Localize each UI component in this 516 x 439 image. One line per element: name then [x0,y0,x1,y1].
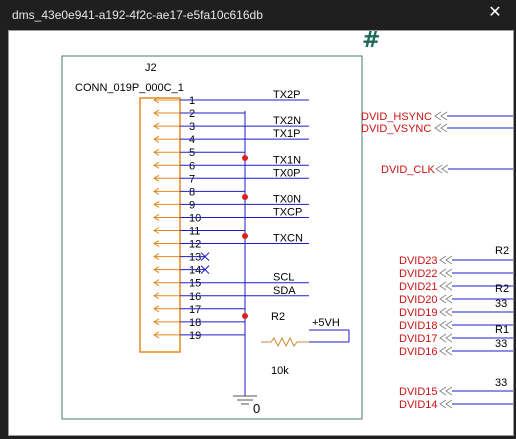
pin-number: 1 [189,95,195,107]
pin-number: 5 [189,147,195,159]
pin-number: 2 [189,108,195,120]
pin-number: 17 [189,304,201,316]
offpage-connector-icon [439,294,453,304]
close-icon[interactable]: ✕ [486,4,504,22]
title-bar: dms_43e0e941-a192-4f2c-ae17-e5fa10c616db… [0,0,516,30]
connector-part: CONN_019P_000C_1 [75,82,184,94]
offpage-connector-icon [439,333,453,343]
net-label[interactable]: TXCP [273,206,302,218]
offpage-connector-icon [439,386,453,396]
net-label[interactable]: SCL [273,272,294,284]
net-label[interactable]: TX1P [273,128,301,140]
schematic-canvas[interactable]: # J2 CONN_019P_000C_1 1 TX2P 2 3 TX2N 4 TX1P 5 6… [8,30,514,436]
pin-number: 11 [189,226,200,238]
resistor-value: 10k [271,365,289,377]
net-label[interactable]: DVID22 [399,268,438,280]
pin-number: 3 [189,121,195,133]
pin-number: 14 [189,265,201,277]
offpage-connector-icon [439,307,453,317]
offpage-connector-icon [439,255,453,265]
offpage-connector-icon [434,111,448,121]
schematic-drawing: # J2 CONN_019P_000C_1 1 TX2P 23 TX2N 4 TX1P 56… [61,31,513,420]
offpage-connector-icon [439,281,453,291]
window-title: dms_43e0e941-a192-4f2c-ae17-e5fa10c616db [12,8,263,22]
app-window: dms_43e0e941-a192-4f2c-ae17-e5fa10c616db… [0,0,516,439]
pin-number: 15 [189,278,201,290]
net-label[interactable]: DVID17 [399,333,438,345]
net-label[interactable]: DVID14 [399,399,438,411]
connector-body [139,97,181,353]
net-label[interactable]: DVID_CLK [381,164,435,176]
offpage-connector-icon [434,123,448,133]
fragment-label: 33 [495,377,507,389]
pin-number: 12 [189,239,201,251]
net-label[interactable]: SDA [273,285,296,297]
pin-number: 8 [189,186,195,198]
offpage-connector-icon [439,346,453,356]
pin-number: 4 [189,134,195,146]
pin-number: 19 [189,330,201,342]
resistor-symbol [261,336,309,348]
fragment-label: R2 [495,245,509,257]
fragment-label: 33 [495,298,507,310]
net-label[interactable]: DVID21 [399,281,438,293]
hash-mark: # [362,31,380,53]
pin-number: 7 [189,173,195,185]
net-label[interactable]: DVID18 [399,320,438,332]
net-label[interactable]: DVID19 [399,307,438,319]
connector-ref: J2 [145,62,157,74]
pin-number: 9 [189,199,195,211]
junction-dot [242,233,248,239]
net-label[interactable]: TX0N [273,193,301,205]
net-label[interactable]: DVID23 [399,255,438,267]
connector-frame [61,55,363,420]
rail-label: +5VH [312,317,340,329]
offpage-connector-icon [435,164,449,174]
pin-number: 18 [189,317,201,329]
offpage-connector-icon [439,399,453,409]
net-label[interactable]: TX2P [273,89,301,101]
resistor-ref: R2 [271,311,285,323]
offpage-connector-icon [439,320,453,330]
junction-dot [242,194,248,200]
pin-number: 16 [189,291,201,303]
net-label[interactable]: DVID20 [399,294,438,306]
fragment-label: R1 [495,324,509,336]
offpage-connector-icon [439,268,453,278]
pin-number: 10 [189,212,201,224]
net-label[interactable]: DVID15 [399,386,438,398]
fragment-label: 33 [495,338,507,350]
junction-dot [242,155,248,161]
net-label[interactable]: TX0P [273,167,301,179]
net-label[interactable]: TXCN [273,233,303,245]
net-label[interactable]: DVID_HSYNC [361,111,432,123]
net-label[interactable]: DVID_VSYNC [361,123,431,135]
junction-dot [242,313,248,319]
net-label[interactable]: TX1N [273,154,301,166]
fragment-label: R2 [495,283,509,295]
net-label[interactable]: TX2N [273,115,301,127]
pin-number: 6 [189,160,195,172]
net-label[interactable]: DVID16 [399,346,438,358]
ground-label: 0 [253,401,260,416]
pin-number: 13 [189,252,201,264]
